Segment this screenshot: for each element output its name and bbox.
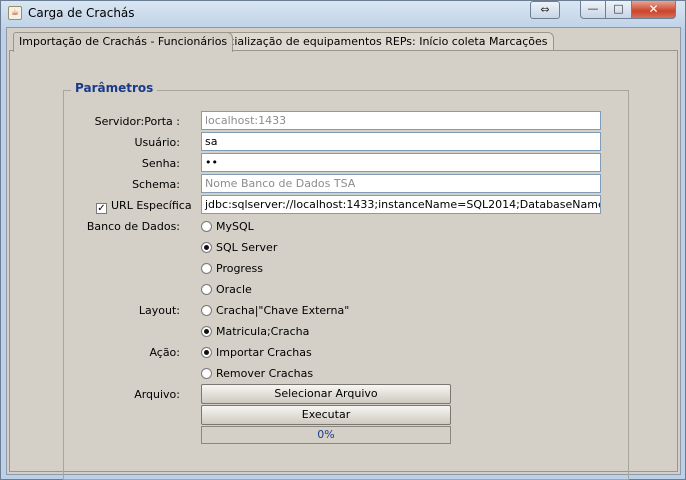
url-input[interactable]: jdbc:sqlserver://localhost:1433;instance… [201,195,601,214]
close-button[interactable]: ✕ [632,1,676,19]
radio-label: Cracha|"Chave Externa" [216,304,350,317]
url-especifica-checkbox[interactable]: ✓ URL Específica [96,199,192,214]
radio-dot-icon[interactable] [201,284,212,295]
radio-dot-icon[interactable] [201,368,212,379]
radio-dot-icon[interactable] [201,305,212,316]
database-label: Banco de Dados: [86,220,180,233]
window-title: Carga de Crachás [28,6,135,20]
maximize-button[interactable]: □ [606,1,632,19]
radio-dot-icon[interactable] [201,326,212,337]
radio-label: Oracle [216,283,252,296]
radio-dot-icon[interactable] [201,242,212,253]
schema-label: Schema: [132,178,180,191]
tab-panel: Parâmetros Servidor:Porta : localhost:14… [9,50,678,480]
radio-label: Remover Crachas [216,367,314,380]
schema-input[interactable]: Nome Banco de Dados TSA [201,174,601,193]
radio-label: Importar Crachas [216,346,312,359]
checkbox-check-icon[interactable]: ✓ [96,203,107,214]
swap-arrows-button[interactable]: ⇔ [530,1,560,19]
title-bar[interactable]: ☕ Carga de Crachás ⇔ — □ ✕ [1,1,685,27]
radio-dot-icon[interactable] [201,347,212,358]
radio-label: Matricula;Cracha [216,325,310,338]
radio-action-remover[interactable]: Remover Crachas [201,367,313,381]
radio-db-oracle[interactable]: Oracle [201,283,252,297]
radio-layout-cracha-chave[interactable]: Cracha|"Chave Externa" [201,304,349,318]
radio-label: MySQL [216,220,254,233]
tab-inicializacao-reps[interactable]: Inicialização de equipamentos REPs: Iníc… [209,32,554,51]
radio-db-mysql[interactable]: MySQL [201,220,254,234]
java-app-icon: ☕ [8,6,22,20]
parameters-group-title: Parâmetros [71,81,158,95]
user-input[interactable]: sa [201,132,601,151]
minimize-button[interactable]: — [580,1,606,19]
progress-text: 0% [317,428,335,441]
file-label: Arquivo: [134,388,180,401]
radio-dot-icon[interactable] [201,263,212,274]
tab-importacao-crachas[interactable]: Importação de Crachás - Funcionários [13,32,234,52]
radio-action-importar[interactable]: Importar Crachas [201,346,312,360]
password-input[interactable]: •• [201,153,601,172]
radio-label: SQL Server [216,241,278,254]
radio-db-progress[interactable]: Progress [201,262,263,276]
application-window: ☕ Carga de Crachás ⇔ — □ ✕ Importação de… [0,0,686,480]
progress-bar: 0% [201,426,451,444]
radio-db-sqlserver[interactable]: SQL Server [201,241,277,255]
layout-label: Layout: [138,304,180,317]
select-file-button[interactable]: Selecionar Arquivo [201,384,451,404]
radio-layout-matricula-cracha[interactable]: Matricula;Cracha [201,325,309,339]
radio-dot-icon[interactable] [201,221,212,232]
action-label: Ação: [149,346,180,359]
content-frame: Importação de Crachás - Funcionários Ini… [6,27,681,480]
server-input[interactable]: localhost:1433 [201,111,601,130]
user-label: Usuário: [134,136,180,149]
radio-label: Progress [216,262,263,275]
url-especifica-label: URL Específica [111,199,192,212]
execute-button[interactable]: Executar [201,405,451,425]
password-label: Senha: [141,157,180,170]
server-label: Servidor:Porta : [94,115,180,128]
